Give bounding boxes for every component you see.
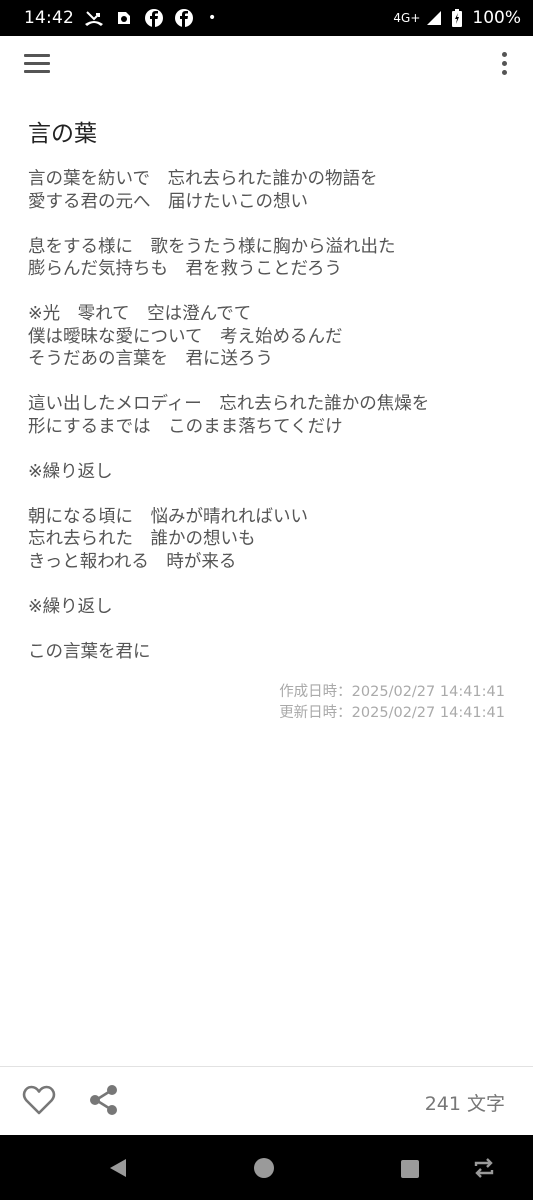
note-line: 言の葉を紡いで 忘れ去られた誰かの物語を <box>28 169 378 189</box>
more-icon-dot <box>502 70 507 75</box>
note-line: そうだあの言葉を 君に送ろう <box>28 349 273 369</box>
status-left: 14:42 • <box>24 8 216 28</box>
bottom-toolbar: 241 文字 <box>0 1067 533 1135</box>
status-bar: 14:42 • 4G+ 100% <box>0 0 533 36</box>
app-bar <box>0 36 533 88</box>
back-icon <box>110 1159 126 1177</box>
note-body: 言の葉を紡いで 忘れ去られた誰かの物語を 愛する君の元へ 届けたいこの想い 息をする… <box>28 168 508 686</box>
note-line: 膨らんだ気持ちも 君を救うことだろう <box>28 259 342 279</box>
missed-call-icon <box>84 9 104 27</box>
home-icon <box>254 1158 274 1178</box>
notification-dot: • <box>208 10 217 26</box>
note-paragraph: この言葉を君に <box>28 641 508 664</box>
status-time: 14:42 <box>24 8 74 28</box>
note-line: ※光 零れて 空は澄んでて <box>28 304 252 324</box>
note-title: 言の葉 <box>28 121 97 147</box>
network-type: 4G+ <box>393 11 421 25</box>
recents-button[interactable] <box>400 1159 420 1183</box>
note-paragraph: ※光 零れて 空は澄んでて 僕は曖昧な愛について 考え始めるんだ そうだあの言葉を … <box>28 303 508 371</box>
note-line: 愛する君の元へ 届けたいこの想い <box>28 191 308 212</box>
rotate-icon <box>474 1158 494 1178</box>
battery-icon <box>452 9 463 27</box>
home-button[interactable] <box>253 1157 275 1183</box>
note-line: 形にするまでは このまま落ちてくだけ <box>28 416 343 437</box>
note-paragraph: 這い出したメロディー 忘れ去られた誰かの焦燥を 形にするまでは このまま落ちてくだ… <box>28 393 508 438</box>
note-line: ※繰り返し <box>28 461 113 482</box>
share-button[interactable] <box>88 1083 120 1117</box>
share-icon <box>90 1085 117 1115</box>
note-paragraph: 朝になる頃に 悩みが晴れればいい 忘れ去られた 誰かの想いも きっと報われる 時が来… <box>28 506 508 574</box>
note-line: きっと報われる 時が来る <box>28 551 237 572</box>
facebook-icon-2 <box>174 8 194 28</box>
note-paragraph: 言の葉を紡いで 忘れ去られた誰かの物語を 愛する君の元へ 届けたいこの想い <box>28 168 508 213</box>
character-count: 241 文字 <box>424 1093 505 1115</box>
signal-icon <box>426 10 442 26</box>
note-meta: 作成日時：2025/02/27 14:41:41 更新日時：2025/02/27… <box>279 682 505 724</box>
note-line: 這い出したメロディー 忘れ去られた誰かの焦燥を <box>28 394 430 414</box>
more-options-button[interactable] <box>501 50 509 76</box>
more-icon-dot <box>502 52 507 57</box>
menu-icon-line <box>24 54 50 57</box>
facebook-icon <box>144 8 164 28</box>
updated-timestamp: 更新日時：2025/02/27 14:41:41 <box>279 705 505 721</box>
like-button[interactable] <box>22 1084 56 1116</box>
status-right: 4G+ 100% <box>393 8 521 28</box>
created-timestamp: 作成日時：2025/02/27 14:41:41 <box>279 684 505 700</box>
back-button[interactable] <box>108 1157 128 1183</box>
rotate-button[interactable] <box>472 1157 496 1183</box>
note-paragraph: ※繰り返し <box>28 596 508 619</box>
more-icon-dot <box>502 61 507 66</box>
heart-icon <box>22 1085 56 1115</box>
app-notification-icon <box>114 8 134 28</box>
note-line: この言葉を君に <box>28 641 151 662</box>
recents-icon <box>401 1160 419 1178</box>
note-line: 朝になる頃に 悩みが晴れればいい <box>28 506 308 527</box>
battery-percent: 100% <box>472 8 521 28</box>
menu-icon-line <box>24 70 50 73</box>
navigation-bar <box>0 1135 533 1200</box>
note-paragraph: ※繰り返し <box>28 461 508 484</box>
menu-icon-line <box>24 62 50 65</box>
note-paragraph: 息をする様に 歌をうたう様に胸から溢れ出た 膨らんだ気持ちも 君を救うことだろう <box>28 236 508 281</box>
note-line: 息をする様に 歌をうたう様に胸から溢れ出た <box>28 236 396 257</box>
note-line: ※繰り返し <box>28 596 113 617</box>
note-line: 僕は曖昧な愛について 考え始めるんだ <box>28 326 343 347</box>
menu-button[interactable] <box>24 52 52 74</box>
note-line: 忘れ去られた 誰かの想いも <box>28 529 256 549</box>
